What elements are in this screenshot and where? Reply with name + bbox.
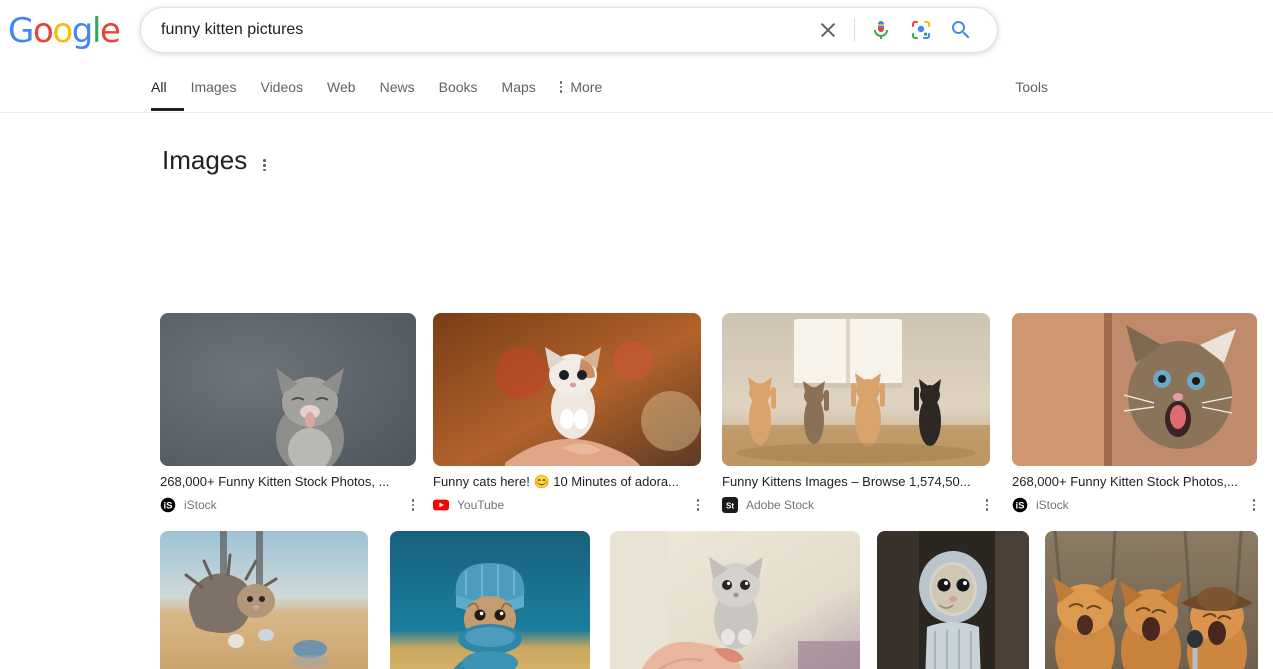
google-lens-icon [912,21,930,39]
logo-letter-G: G [8,11,34,51]
more-vert-icon [411,499,414,511]
result-caption[interactable]: Funny Kittens Images – Browse 1,574,50..… [722,473,990,491]
svg-text:iS: iS [164,501,173,512]
tools-button[interactable]: Tools [1015,76,1048,98]
image-result-tile[interactable]: 14 Cute Kitten Pictures to Brigh...Daily… [160,531,368,669]
result-thumbnail[interactable] [390,531,590,669]
search-submit-button[interactable] [941,10,981,50]
result-thumbnail[interactable] [1045,531,1258,669]
tab-web[interactable]: Web [327,74,372,111]
result-menu-button[interactable] [984,496,990,514]
image-result-tile[interactable]: 292,218 Funny Kitten Stock Phot...Dreams… [1045,531,1258,669]
result-source-name: iStock [1036,498,1069,512]
result-thumbnail[interactable] [610,531,860,669]
tab-books[interactable]: Books [439,74,494,111]
nav-tabs: All Images Videos Web News Books Maps Mo… [151,74,602,112]
result-menu-button[interactable] [695,496,701,514]
result-thumbnail[interactable] [1012,313,1257,466]
page-header: Google funny kitten pictures All Images … [0,0,1273,113]
result-source-row: St Adobe Stock [722,496,990,514]
logo-letter-o2: o [52,11,73,51]
result-thumbnail[interactable] [160,531,368,669]
more-vert-icon [696,499,699,511]
search-bar-icons [808,10,997,50]
tab-all[interactable]: All [151,74,184,111]
lens-search-button[interactable] [901,10,941,50]
images-section-menu-button[interactable] [259,147,270,173]
google-logo[interactable]: Google [8,11,121,51]
result-source-name: YouTube [457,498,505,512]
clear-search-button[interactable] [808,10,848,50]
result-thumbnail[interactable] [722,313,990,466]
result-thumbnail[interactable] [160,313,416,466]
logo-letter-e: e [100,11,121,51]
nav-tabs-bar: All Images Videos Web News Books Maps Mo… [0,74,1273,113]
search-bar[interactable] [140,7,998,53]
result-thumbnail[interactable] [877,531,1029,669]
more-vert-icon [985,499,988,511]
close-icon [818,20,838,40]
image-result-tile[interactable]: The 50 Best Funny Ki...Pinterest [877,531,1029,669]
search-input[interactable] [141,21,808,39]
tab-videos[interactable]: Videos [260,74,319,111]
result-menu-button[interactable] [1251,496,1257,514]
result-source-row: iS iStock [160,496,416,514]
result-caption[interactable]: 268,000+ Funny Kitten Stock Photos, ... [160,473,416,491]
images-section-header: Images [162,145,270,175]
result-caption[interactable]: Funny cats here! 😊 10 Minutes of adora..… [433,473,701,491]
image-result-tile[interactable]: Cute Kitten Images – Browse ...StAdobe S… [390,531,590,669]
svg-text:iS: iS [1016,501,1025,512]
image-result-tile[interactable]: 268,000+ Funny Kitten Stock Photos,... iS… [1012,313,1257,514]
istock-icon: iS [1012,497,1028,513]
istock-icon: iS [160,497,176,513]
result-source-row: iS iStock [1012,496,1257,514]
image-result-tile[interactable]: You Laugh You Lose 😂Videos of fun...YouT… [610,531,860,669]
more-vert-icon [1252,499,1255,511]
more-filters-button[interactable]: More [559,74,603,98]
adobestock-icon: St [722,497,738,513]
tab-news[interactable]: News [380,74,431,111]
result-source-name: Adobe Stock [746,498,815,512]
result-caption[interactable]: 268,000+ Funny Kitten Stock Photos,... [1012,473,1257,491]
more-vert-icon [559,81,563,93]
logo-letter-o1: o [32,11,54,51]
voice-search-button[interactable] [861,10,901,50]
image-result-tile[interactable]: Funny cats here! 😊 10 Minutes of adora..… [433,313,701,514]
result-source-row: YouTube [433,496,701,514]
result-source-name: iStock [184,498,217,512]
result-thumbnail[interactable] [433,313,701,466]
more-vert-icon [263,159,266,172]
tab-images[interactable]: Images [191,74,253,111]
svg-text:St: St [726,501,734,510]
search-icon [952,21,970,39]
logo-letter-l: l [91,11,101,51]
image-result-tile[interactable]: 268,000+ Funny Kitten Stock Photos, ... i… [160,313,416,514]
microphone-icon [874,21,888,39]
youtube-icon [433,497,449,513]
tab-maps[interactable]: Maps [502,74,552,111]
more-label: More [570,79,603,95]
search-divider [854,18,855,42]
logo-letter-g: g [71,11,94,51]
image-result-tile[interactable]: Funny Kittens Images – Browse 1,574,50..… [722,313,990,514]
page-title: Images [162,145,248,175]
result-menu-button[interactable] [410,496,416,514]
